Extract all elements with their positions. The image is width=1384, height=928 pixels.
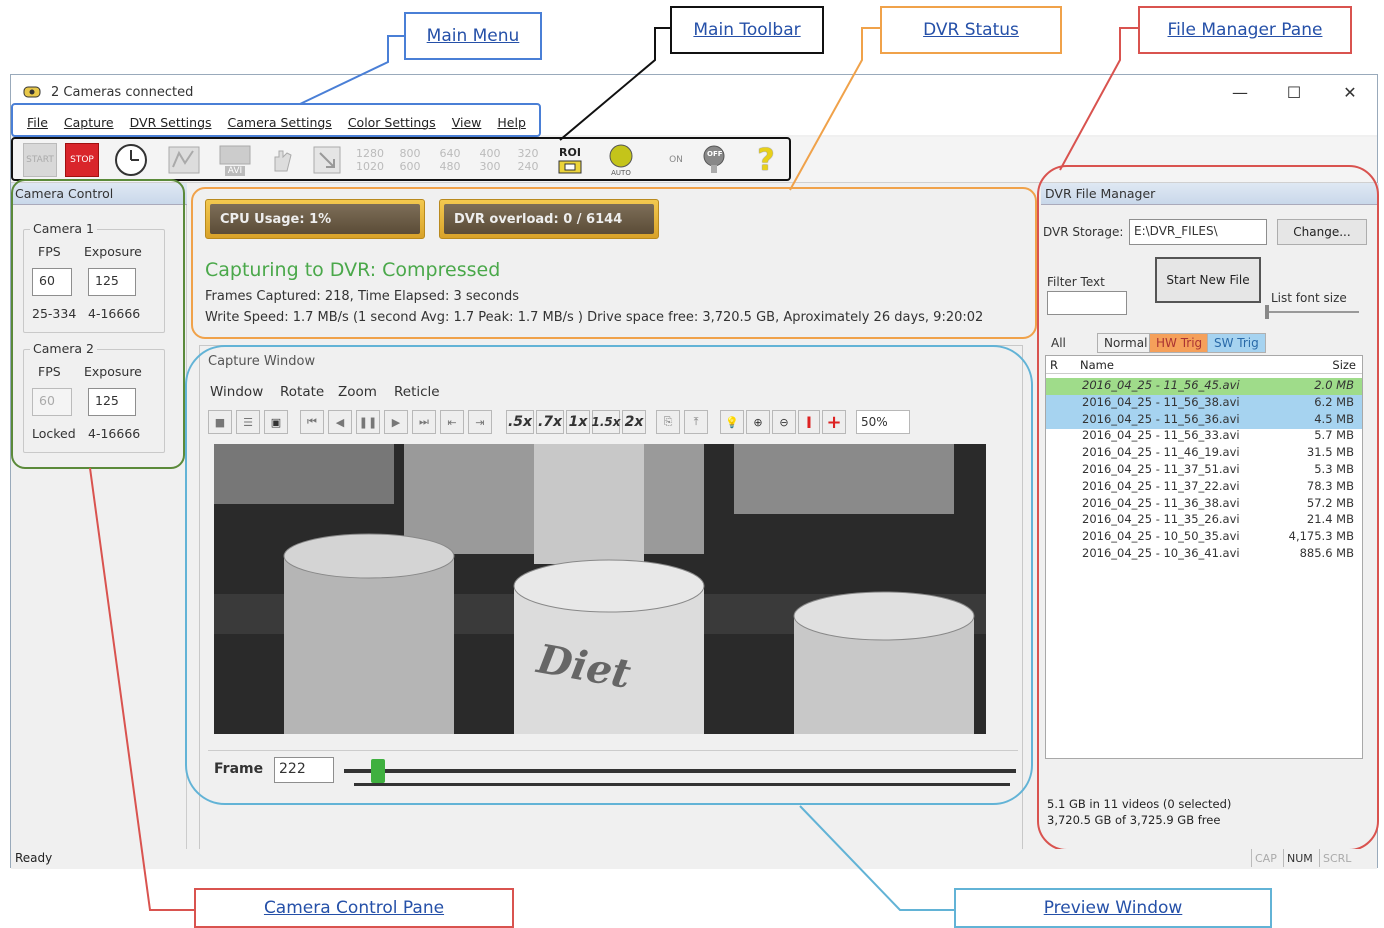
callout-main-toolbar: Main Toolbar	[670, 6, 824, 54]
camera-app-icon	[23, 86, 41, 98]
callout-file-manager-pane: File Manager Pane	[1138, 6, 1352, 54]
close-button[interactable]: ✕	[1335, 81, 1365, 103]
minimize-button[interactable]: —	[1225, 81, 1255, 103]
maximize-button[interactable]: ☐	[1279, 81, 1309, 103]
status-cap: CAP	[1251, 849, 1280, 867]
status-ready: Ready	[15, 851, 53, 865]
annotated-screenshot: Main Menu Main Toolbar DVR Status File M…	[0, 0, 1384, 928]
callout-main-menu: Main Menu	[404, 12, 542, 60]
dvr-status-highlight	[191, 187, 1037, 339]
callout-camera-control-pane: Camera Control Pane	[194, 888, 514, 928]
camera-control-highlight	[11, 179, 185, 469]
preview-window-highlight	[185, 345, 1033, 805]
callout-preview-window: Preview Window	[954, 888, 1272, 928]
status-bar: Ready CAP NUM SCRL	[11, 849, 1377, 869]
callout-dvr-status: DVR Status	[880, 6, 1062, 54]
main-menu-highlight	[11, 103, 541, 137]
status-num: NUM	[1283, 849, 1316, 867]
file-manager-highlight	[1037, 165, 1379, 851]
window-title: 2 Cameras connected	[51, 84, 194, 100]
status-scrl: SCRL	[1319, 849, 1354, 867]
app-window: 2 Cameras connected — ☐ ✕ File Capture D…	[10, 74, 1379, 869]
main-toolbar-highlight	[11, 137, 791, 181]
